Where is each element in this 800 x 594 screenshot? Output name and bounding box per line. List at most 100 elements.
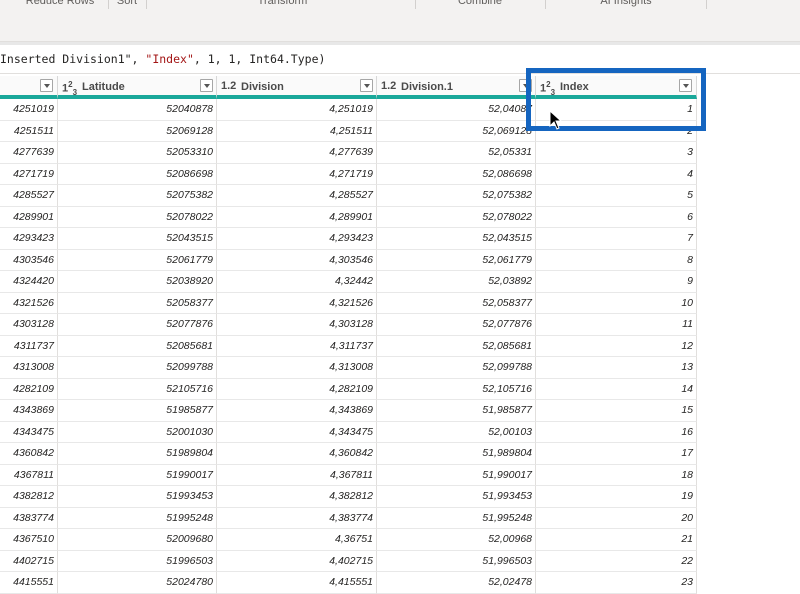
cell-latitude[interactable]: 52053310 <box>58 142 217 164</box>
cell-division[interactable]: 4,343869 <box>217 400 377 422</box>
cell-longitude[interactable]: 4367811 <box>0 464 58 486</box>
cell-division[interactable]: 4,402715 <box>217 550 377 572</box>
column-filter-button[interactable] <box>200 79 213 92</box>
cell-division[interactable]: 4,32442 <box>217 271 377 293</box>
cell-division-1[interactable]: 52,077876 <box>377 314 536 336</box>
cell-longitude[interactable]: 4293423 <box>0 228 58 250</box>
cell-index[interactable]: 6 <box>536 206 697 228</box>
table-row[interactable]: 4271719 52086698 4,271719 52,086698 4 <box>0 163 697 185</box>
cell-division[interactable]: 4,313008 <box>217 357 377 379</box>
cell-longitude[interactable]: 4311737 <box>0 335 58 357</box>
cell-division-1[interactable]: 52,043515 <box>377 228 536 250</box>
cell-latitude[interactable]: 52077876 <box>58 314 217 336</box>
cell-longitude[interactable]: 4382812 <box>0 486 58 508</box>
cell-longitude[interactable]: 4324420 <box>0 271 58 293</box>
formula-text[interactable]: Inserted Division1", "Index", 1, 1, Int6… <box>0 52 325 66</box>
table-row[interactable]: 4303128 52077876 4,303128 52,077876 11 <box>0 314 697 336</box>
table-row[interactable]: 4293423 52043515 4,293423 52,043515 7 <box>0 228 697 250</box>
cell-division[interactable]: 4,285527 <box>217 185 377 207</box>
column-header-longitude[interactable] <box>0 76 58 99</box>
table-row[interactable]: 4367510 52009680 4,36751 52,00968 21 <box>0 529 697 551</box>
cell-division-1[interactable]: 52,069128 <box>377 120 536 142</box>
cell-latitude[interactable]: 52105716 <box>58 378 217 400</box>
cell-index[interactable]: 18 <box>536 464 697 486</box>
column-filter-button[interactable] <box>40 79 53 92</box>
table-row[interactable]: 4343869 51985877 4,343869 51,985877 15 <box>0 400 697 422</box>
cell-longitude[interactable]: 4313008 <box>0 357 58 379</box>
cell-division-1[interactable]: 52,03892 <box>377 271 536 293</box>
cell-longitude[interactable]: 4251511 <box>0 120 58 142</box>
cell-division[interactable]: 4,251019 <box>217 99 377 121</box>
table-row[interactable]: 4311737 52085681 4,311737 52,085681 12 <box>0 335 697 357</box>
cell-division-1[interactable]: 52,058377 <box>377 292 536 314</box>
cell-division-1[interactable]: 52,00103 <box>377 421 536 443</box>
cell-division[interactable]: 4,382812 <box>217 486 377 508</box>
decimal-type-icon[interactable]: 1.2 <box>221 80 236 92</box>
cell-longitude[interactable]: 4360842 <box>0 443 58 465</box>
cell-longitude[interactable]: 4415551 <box>0 572 58 594</box>
cell-division-1[interactable]: 51,989804 <box>377 443 536 465</box>
table-row[interactable]: 4277639 52053310 4,277639 52,05331 3 <box>0 142 697 164</box>
cell-latitude[interactable]: 52038920 <box>58 271 217 293</box>
cell-index[interactable]: 8 <box>536 249 697 271</box>
cell-division-1[interactable]: 52,05331 <box>377 142 536 164</box>
cell-latitude[interactable]: 51995248 <box>58 507 217 529</box>
whole-number-type-icon[interactable]: 123 <box>62 80 77 97</box>
cell-latitude[interactable]: 52086698 <box>58 163 217 185</box>
cell-longitude[interactable]: 4271719 <box>0 163 58 185</box>
table-row[interactable]: 4402715 51996503 4,402715 51,996503 22 <box>0 550 697 572</box>
cell-index[interactable]: 5 <box>536 185 697 207</box>
cell-division[interactable]: 4,277639 <box>217 142 377 164</box>
table-row[interactable]: 4383774 51995248 4,383774 51,995248 20 <box>0 507 697 529</box>
table-row[interactable]: 4321526 52058377 4,321526 52,058377 10 <box>0 292 697 314</box>
cell-index[interactable]: 19 <box>536 486 697 508</box>
column-header-division-1[interactable]: 1.2 Division.1 <box>377 76 536 99</box>
cell-latitude[interactable]: 52001030 <box>58 421 217 443</box>
cell-division[interactable]: 4,311737 <box>217 335 377 357</box>
column-header-division[interactable]: 1.2 Division <box>217 76 377 99</box>
table-row[interactable]: 4343475 52001030 4,343475 52,00103 16 <box>0 421 697 443</box>
cell-longitude[interactable]: 4343869 <box>0 400 58 422</box>
cell-latitude[interactable]: 52043515 <box>58 228 217 250</box>
cell-index[interactable]: 4 <box>536 163 697 185</box>
cell-longitude[interactable]: 4282109 <box>0 378 58 400</box>
cell-division[interactable]: 4,293423 <box>217 228 377 250</box>
cell-division-1[interactable]: 52,086698 <box>377 163 536 185</box>
cell-division[interactable]: 4,36751 <box>217 529 377 551</box>
table-row[interactable]: 4289901 52078022 4,289901 52,078022 6 <box>0 206 697 228</box>
cell-division-1[interactable]: 51,995248 <box>377 507 536 529</box>
cell-latitude[interactable]: 52024780 <box>58 572 217 594</box>
cell-latitude[interactable]: 52009680 <box>58 529 217 551</box>
cell-division[interactable]: 4,360842 <box>217 443 377 465</box>
decimal-type-icon[interactable]: 1.2 <box>381 80 396 92</box>
cell-latitude[interactable]: 51989804 <box>58 443 217 465</box>
cell-index[interactable]: 15 <box>536 400 697 422</box>
cell-index[interactable]: 7 <box>536 228 697 250</box>
table-row[interactable]: 4415551 52024780 4,415551 52,02478 23 <box>0 572 697 594</box>
cell-division-1[interactable]: 51,996503 <box>377 550 536 572</box>
cell-latitude[interactable]: 52040878 <box>58 99 217 121</box>
cell-division[interactable]: 4,367811 <box>217 464 377 486</box>
cell-division[interactable]: 4,271719 <box>217 163 377 185</box>
cell-division[interactable]: 4,251511 <box>217 120 377 142</box>
cell-division[interactable]: 4,343475 <box>217 421 377 443</box>
cell-division[interactable]: 4,303128 <box>217 314 377 336</box>
cell-division-1[interactable]: 52,02478 <box>377 572 536 594</box>
table-row[interactable]: 4303546 52061779 4,303546 52,061779 8 <box>0 249 697 271</box>
table-row[interactable]: 4324420 52038920 4,32442 52,03892 9 <box>0 271 697 293</box>
cell-division[interactable]: 4,383774 <box>217 507 377 529</box>
column-filter-button[interactable] <box>360 79 373 92</box>
cell-division-1[interactable]: 52,085681 <box>377 335 536 357</box>
cell-longitude[interactable]: 4251019 <box>0 99 58 121</box>
cell-index[interactable]: 9 <box>536 271 697 293</box>
cell-division-1[interactable]: 52,04087 <box>377 99 536 121</box>
table-row[interactable]: 4382812 51993453 4,382812 51,993453 19 <box>0 486 697 508</box>
cell-index[interactable]: 21 <box>536 529 697 551</box>
cell-index[interactable]: 23 <box>536 572 697 594</box>
cell-division-1[interactable]: 52,075382 <box>377 185 536 207</box>
cell-index[interactable]: 20 <box>536 507 697 529</box>
cell-index[interactable]: 13 <box>536 357 697 379</box>
cell-latitude[interactable]: 52085681 <box>58 335 217 357</box>
cell-longitude[interactable]: 4285527 <box>0 185 58 207</box>
cell-division[interactable]: 4,321526 <box>217 292 377 314</box>
